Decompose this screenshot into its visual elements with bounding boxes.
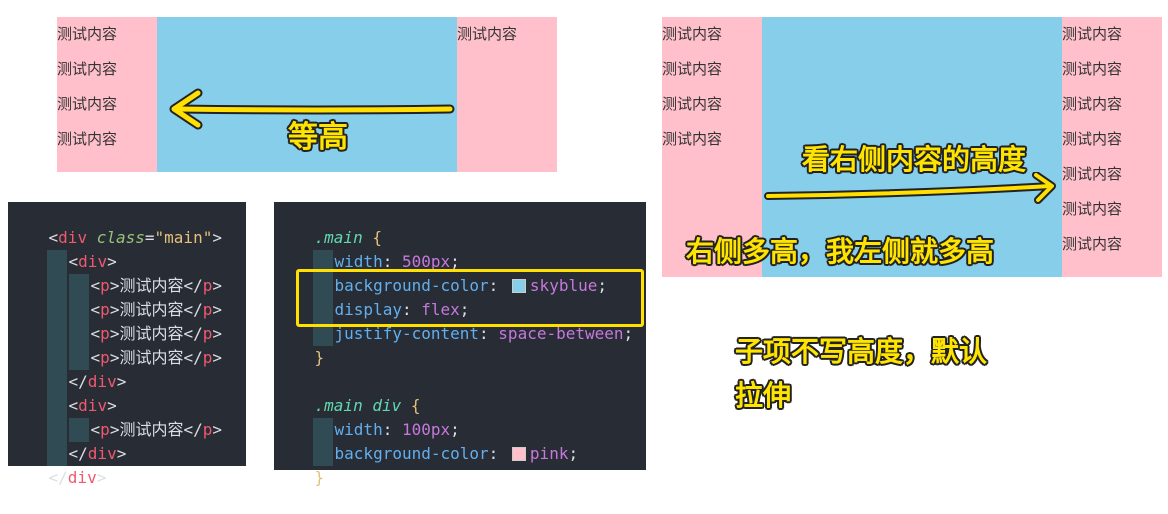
demo2-right-item: 测试内容 <box>1062 235 1123 253</box>
note-right-tall: 右侧多高，我左侧就多高 <box>686 235 995 268</box>
demo1-left-item: 测试内容 <box>57 130 118 148</box>
demo2-right-item: 测试内容 <box>1062 60 1123 78</box>
demo1-left-item: 测试内容 <box>57 25 118 43</box>
code-line: <p>测试内容</p> <box>8 274 246 322</box>
demo2-right-item: 测试内容 <box>1062 25 1123 43</box>
demo2-left-item: 测试内容 <box>662 60 723 78</box>
demo2-right-item: 测试内容 <box>1062 200 1123 218</box>
demo2-right-item: 测试内容 <box>1062 165 1123 183</box>
code-line: width: 500px; <box>274 226 646 274</box>
code-line: <p>测试内容</p> <box>8 250 246 298</box>
code-line: </div> <box>48 468 107 487</box>
note-no-height-line1: 子项不写高度，默认 <box>735 335 988 368</box>
code-line: <div class="main"> <box>48 228 222 247</box>
code-line: </div> <box>8 418 246 466</box>
right-arrow-icon <box>764 172 1056 204</box>
code-line: width: 100px; <box>274 394 646 442</box>
demo2-right-item: 测试内容 <box>1062 95 1123 113</box>
note-no-height-line2: 拉伸 <box>735 379 792 412</box>
demo2-left-item: 测试内容 <box>662 130 723 148</box>
code-line: background-color: pink; <box>274 418 646 466</box>
code-line: <p>测试内容</p> <box>8 322 246 370</box>
code-line: <p>测试内容</p> <box>8 394 246 442</box>
code-line: </div> <box>8 346 246 394</box>
highlight-box <box>296 269 644 327</box>
demo1-left-item: 测试内容 <box>57 95 118 113</box>
css-code-panel: .main { width: 500px; background-color: … <box>274 202 646 487</box>
code-line: .main div { <box>314 396 421 415</box>
code-line: } <box>314 468 325 487</box>
code-line: .main { <box>314 228 382 247</box>
demo2-left-item: 测试内容 <box>662 25 723 43</box>
demo2-right-column: 测试内容 测试内容 测试内容 测试内容 测试内容 测试内容 测试内容 <box>1062 17 1162 277</box>
code-line: <div> <box>8 226 246 274</box>
demo1-left-item: 测试内容 <box>57 60 118 78</box>
demo1-left-column: 测试内容 测试内容 测试内容 测试内容 <box>57 17 157 172</box>
code-line: <div> <box>8 370 246 418</box>
html-code-panel: <div class="main"> <div> <p>测试内容</p> <p>… <box>8 202 246 487</box>
code-line: <p>测试内容</p> <box>8 298 246 346</box>
note-equal-height: 等高 <box>288 120 348 155</box>
demo2-left-item: 测试内容 <box>662 95 723 113</box>
demo1-right-item: 测试内容 <box>457 25 518 43</box>
demo2-right-item: 测试内容 <box>1062 130 1123 148</box>
demo1-right-column: 测试内容 <box>457 17 557 172</box>
